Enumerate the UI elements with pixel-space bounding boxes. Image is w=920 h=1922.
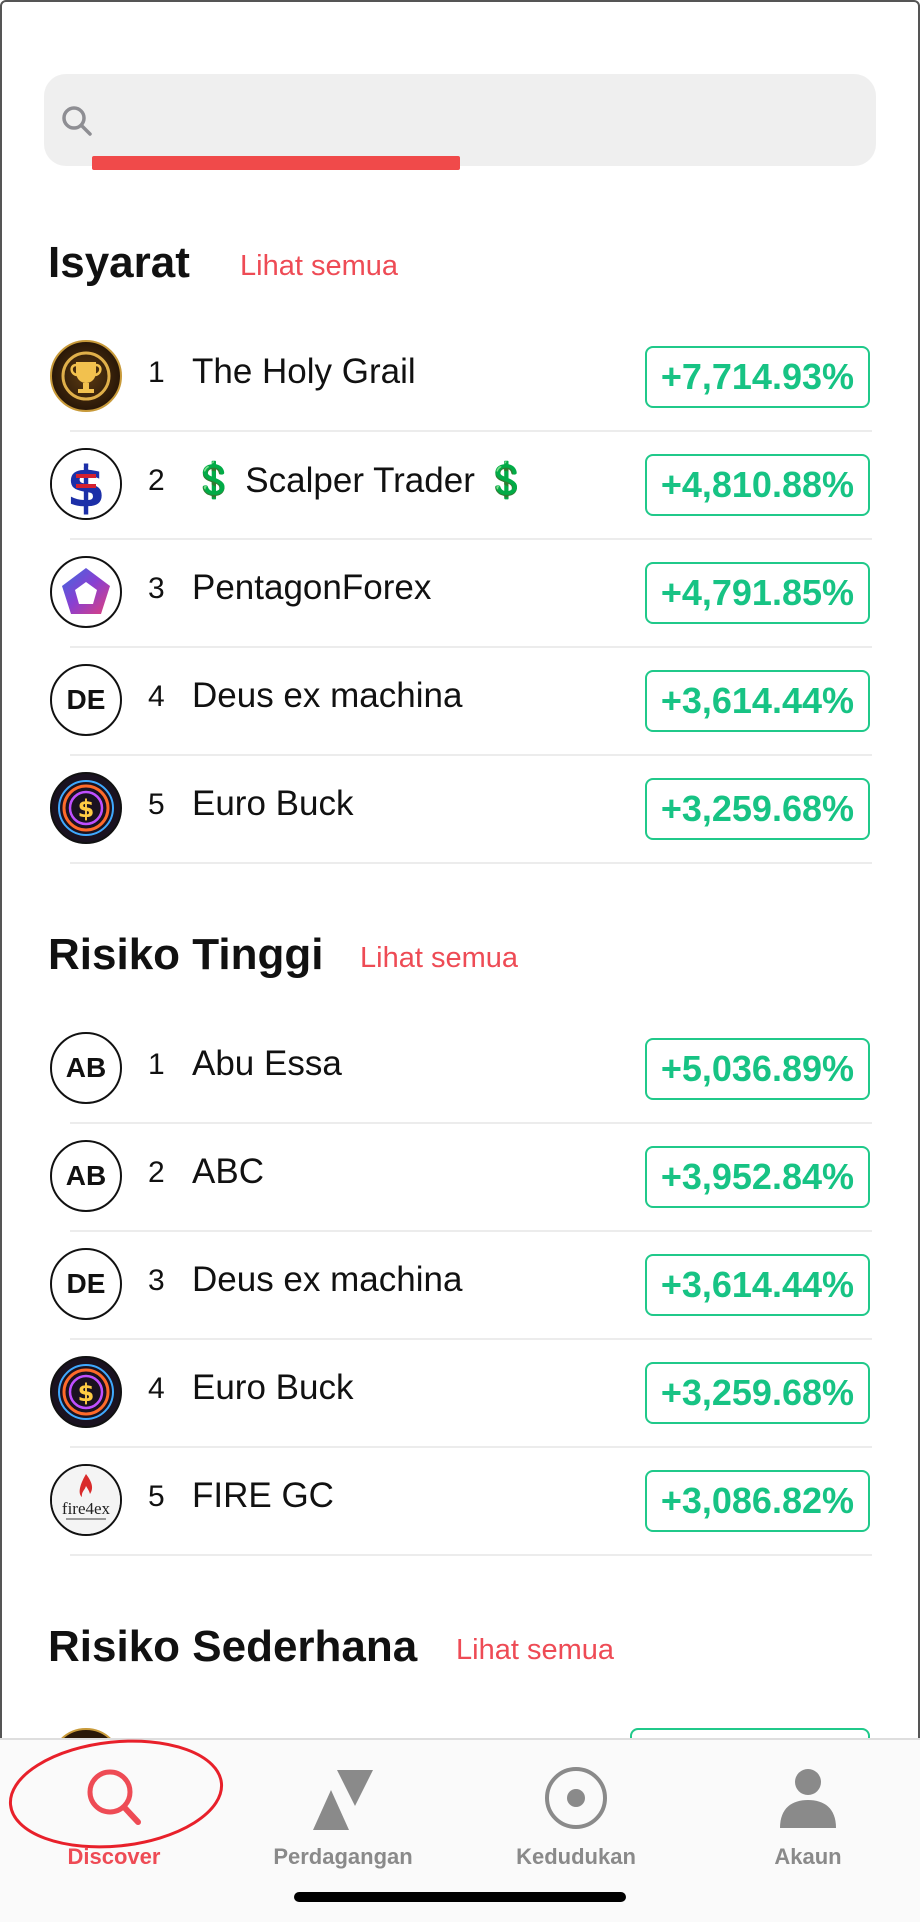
pentagon-logo-icon [50,556,122,628]
search-icon [62,106,92,136]
rank-number: 1 [148,1048,165,1081]
search-icon [87,1769,141,1825]
rank-number: 3 [148,572,165,605]
list-item[interactable]: AB 2 ABC +3,952.84% [48,1124,872,1232]
trader-name: 💲 Scalper Trader 💲 [192,461,529,500]
trader-name: FIRE GC [192,1476,334,1515]
trader-name: Deus ex machina [192,676,463,715]
gain-badge: +3,614.44% [644,1254,870,1316]
rank-number: 4 [148,1372,165,1405]
search-bar[interactable] [44,74,876,166]
rank-number: 4 [148,680,165,713]
tab-kedudukan[interactable]: Kedudukan [476,1754,676,1874]
fire4ex-logo-icon: fire4ex [50,1464,122,1536]
avatar-initials: DE [66,1268,106,1299]
rank-number: 2 [148,464,165,497]
trader-name: Euro Buck [192,784,354,823]
svg-text:$: $ [78,1379,95,1407]
section-title-risiko-tinggi: Risiko Tinggi [48,930,324,979]
see-all-risiko-sederhana-link[interactable]: Lihat semua [456,1634,614,1667]
tab-discover[interactable]: Discover [14,1754,214,1874]
trader-name: PentagonForex [192,568,432,607]
gain-badge: +4,810.88% [644,454,870,516]
section-title-risiko-sederhana: Risiko Sederhana [48,1622,418,1671]
avatar-initials: AB [65,1052,107,1083]
dollar-flag-icon: $ [50,448,122,520]
avatar: AB [50,1032,122,1104]
avatar: DE [50,664,122,736]
list-item[interactable]: DE 3 Deus ex machina +3,614.44% [48,1232,872,1340]
tab-label: Akaun [774,1844,842,1869]
position-target-icon [545,1767,607,1829]
neon-dollar-icon: $ [50,772,122,844]
tab-label: Perdagangan [273,1844,413,1869]
see-all-risiko-tinggi-link[interactable]: Lihat semua [360,942,518,975]
list-item[interactable]: $ 2 💲 Scalper Trader 💲 +4,810.88% [48,432,872,540]
gain-badge: +3,086.82% [644,1470,870,1532]
trader-name: Deus ex machina [192,1260,463,1299]
rank-number: 2 [148,1156,165,1189]
home-indicator [294,1892,626,1902]
list-item[interactable]: DE 4 Deus ex machina +3,614.44% [48,648,872,756]
list-item[interactable]: $ 4 Euro Buck +3,259.68% [48,1340,872,1448]
rank-number: 5 [148,1480,165,1513]
avatar-initials: DE [66,684,106,715]
divider [70,862,872,864]
gain-badge: +3,259.68% [644,778,870,840]
list-item[interactable]: 3 PentagonForex +4,791.85% [48,540,872,648]
avatar: AB [50,1140,122,1212]
divider [70,1554,872,1556]
svg-text:$: $ [78,795,95,823]
rank-number: 3 [148,1264,165,1297]
gain-badge: +5,036.89% [644,1038,870,1100]
trophy-icon [50,340,122,412]
gain-badge: +4,791.85% [644,562,870,624]
trader-name: ABC [192,1152,264,1191]
list-item[interactable]: 1 The Holy Grail +7,714.93% [48,324,872,432]
gain-badge: +7,714.93% [644,346,870,408]
neon-dollar-icon: $ [50,1356,122,1428]
rank-number: 1 [148,356,165,389]
tab-label: Kedudukan [516,1844,636,1869]
red-underline-annotation [92,156,460,170]
person-icon [780,1769,836,1828]
see-all-isyarat-link[interactable]: Lihat semua [240,250,398,283]
section-title-isyarat: Isyarat [48,238,190,287]
gain-badge: +3,952.84% [644,1146,870,1208]
fire4ex-logo-text: fire4ex [62,1499,111,1518]
list-item[interactable]: $ 5 Euro Buck +3,259.68% [48,756,872,864]
trader-name: Abu Essa [192,1044,342,1083]
trader-name: Euro Buck [192,1368,354,1407]
search-input[interactable] [114,94,858,148]
tab-perdagangan[interactable]: Perdagangan [243,1754,443,1874]
tab-akaun[interactable]: Akaun [708,1754,908,1874]
gain-badge: +3,259.68% [644,1362,870,1424]
avatar: DE [50,1248,122,1320]
trade-arrows-icon [313,1770,373,1830]
avatar-initials: AB [65,1160,107,1191]
rank-number: 5 [148,788,165,821]
list-item[interactable]: AB 1 Abu Essa +5,036.89% [48,1016,872,1124]
tab-label: Discover [67,1844,161,1869]
list-item[interactable]: fire4ex 5 FIRE GC +3,086.82% [48,1448,872,1556]
gain-badge: +3,614.44% [644,670,870,732]
trader-name: The Holy Grail [192,352,416,391]
